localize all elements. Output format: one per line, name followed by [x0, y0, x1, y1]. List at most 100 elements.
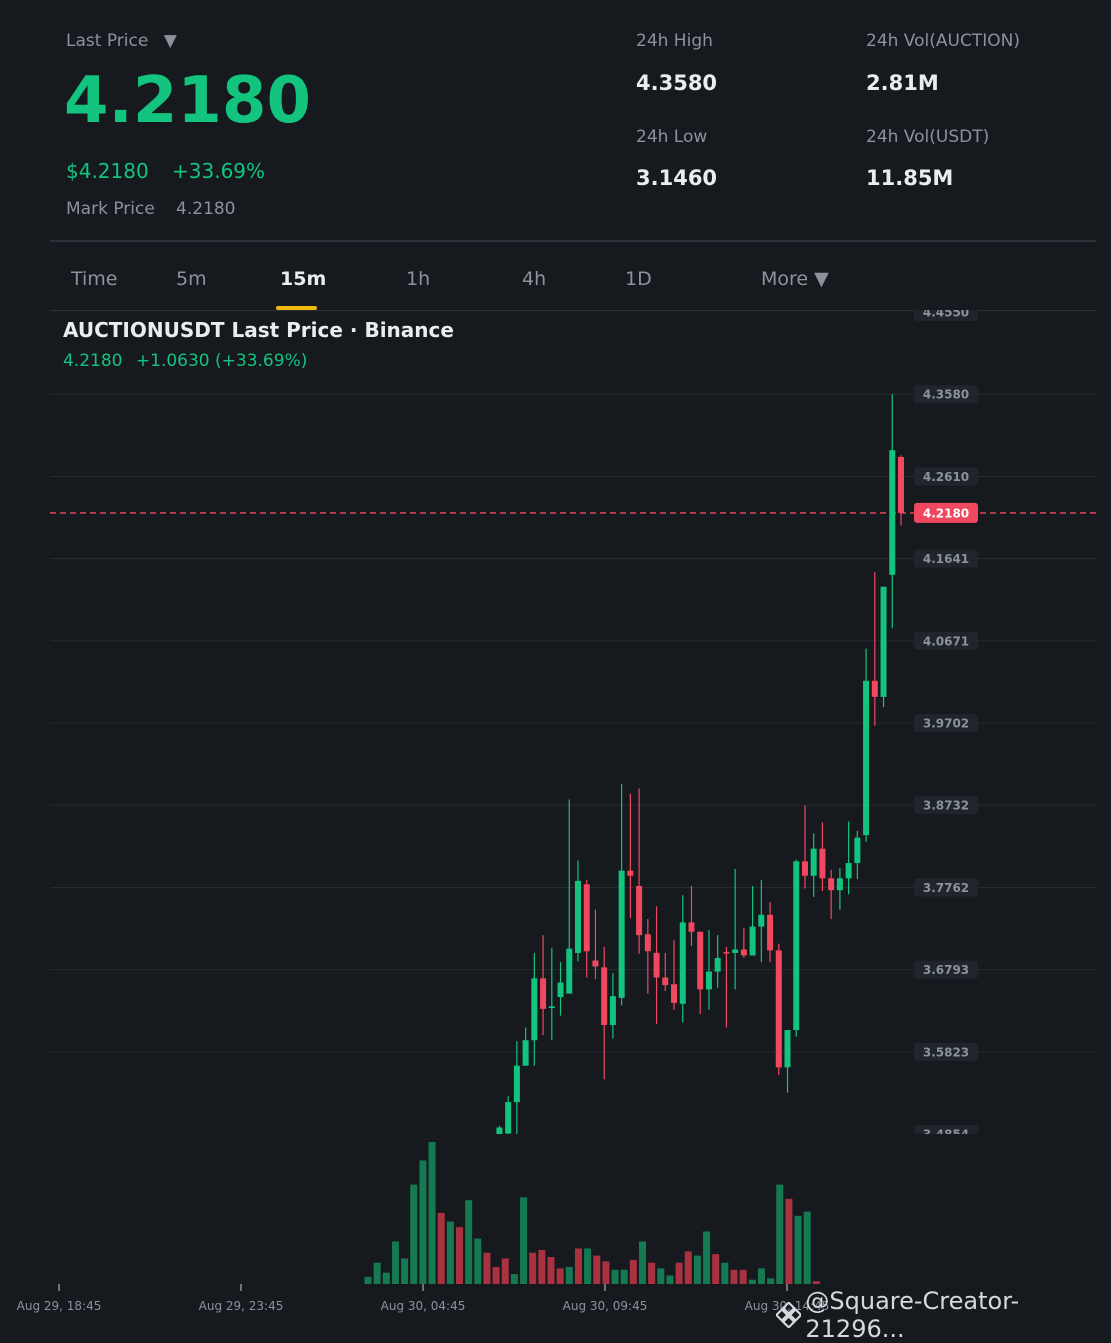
volume-bar — [611, 1269, 619, 1284]
candle-body[interactable] — [688, 922, 695, 932]
tab-15m[interactable]: 15m — [280, 268, 326, 290]
tab-1d[interactable]: 1D — [625, 268, 652, 290]
candle-body[interactable] — [845, 863, 852, 879]
candle-body[interactable] — [863, 680, 870, 836]
candle-body[interactable] — [749, 926, 756, 956]
candle-body[interactable] — [618, 870, 625, 998]
candle-body[interactable] — [758, 914, 765, 927]
tab-time[interactable]: Time — [71, 268, 118, 290]
volume-bar — [364, 1276, 372, 1284]
vol-base-value: 2.81M — [866, 71, 939, 95]
candle-body[interactable] — [522, 1040, 529, 1066]
chart-title: AUCTIONUSDT Last Price · Binance — [63, 318, 454, 342]
price-tick-label: 3.8732 — [923, 799, 969, 813]
candle-body[interactable] — [854, 837, 861, 864]
candle-body[interactable] — [653, 952, 660, 978]
candle-body[interactable] — [775, 950, 782, 1068]
candle-body[interactable] — [548, 1006, 555, 1009]
volume-bar — [703, 1231, 711, 1284]
candle-body[interactable] — [574, 880, 581, 953]
candle-body[interactable] — [671, 984, 678, 1003]
volume-bar — [693, 1255, 701, 1284]
price-tick-label: 3.5823 — [923, 1045, 969, 1059]
candle-body[interactable] — [801, 861, 808, 876]
volume-bar — [547, 1257, 555, 1284]
mark-price-label: Mark Price — [66, 199, 155, 219]
price-tick-label: 4.2610 — [923, 470, 969, 484]
candle-body[interactable] — [819, 848, 826, 879]
x-axis-label: Aug 30, 09:45 — [563, 1299, 648, 1313]
candle-body[interactable] — [513, 1065, 520, 1103]
candle-body[interactable] — [732, 949, 739, 953]
candle-body[interactable] — [740, 949, 747, 956]
high-value: 4.3580 — [636, 71, 718, 95]
candle-body[interactable] — [889, 450, 896, 575]
candle-body[interactable] — [531, 978, 538, 1041]
volume-bar — [510, 1274, 518, 1284]
candle-body[interactable] — [871, 680, 878, 697]
candle-body[interactable] — [636, 885, 643, 936]
candle-body[interactable] — [705, 971, 712, 990]
volume-bar — [794, 1215, 802, 1284]
volume-bar — [391, 1241, 399, 1284]
change-percent: +33.69% — [172, 159, 266, 183]
volume-bar — [574, 1248, 582, 1284]
volume-bar — [428, 1142, 436, 1284]
candle-body[interactable] — [609, 996, 616, 1025]
candle-body[interactable] — [566, 948, 573, 994]
price-tick-label: 3.7762 — [923, 881, 969, 895]
tab-5m[interactable]: 5m — [176, 268, 207, 290]
candle-body[interactable] — [880, 586, 887, 697]
tab-more[interactable]: More ▼ — [761, 268, 829, 290]
volume-bar — [684, 1251, 692, 1284]
candle-body[interactable] — [627, 870, 634, 876]
header-divider — [50, 240, 1096, 242]
candle-body[interactable] — [767, 914, 774, 951]
volume-bar — [812, 1281, 820, 1284]
volume-bar — [620, 1269, 628, 1284]
price-tick-label: 3.9702 — [923, 717, 969, 731]
price-tick-label: 3.6793 — [923, 963, 969, 977]
volume-bar — [602, 1261, 610, 1284]
candle-body[interactable] — [496, 1127, 503, 1134]
volume-bar — [556, 1268, 564, 1284]
volume-bar — [712, 1254, 720, 1284]
candle-body[interactable] — [828, 878, 835, 891]
candle-body[interactable] — [540, 978, 547, 1009]
candle-body[interactable] — [697, 931, 704, 990]
volume-bar — [584, 1248, 592, 1284]
candle-body[interactable] — [644, 934, 651, 952]
volume-bar — [483, 1252, 491, 1284]
price-tick-label: 4.1641 — [923, 552, 969, 566]
volume-bar — [666, 1275, 674, 1284]
tab-1h[interactable]: 1h — [406, 268, 430, 290]
candle-body[interactable] — [784, 1030, 791, 1068]
candle-body[interactable] — [714, 958, 721, 972]
caret-down-icon[interactable]: ▼ — [164, 31, 177, 51]
price-tick-label: 3.4854 — [923, 1128, 969, 1142]
candle-body[interactable] — [723, 952, 730, 954]
volume-bar — [410, 1184, 418, 1284]
candle-body[interactable] — [898, 456, 904, 513]
volume-bar — [776, 1184, 784, 1284]
candlestick-chart[interactable]: 4.4550 4.3580 4.2610 4.1641 4.0671 3.9702 3.87… — [0, 310, 1111, 1328]
volume-bar — [446, 1221, 454, 1284]
x-axis-label: Aug 29, 23:45 — [199, 1299, 284, 1313]
candle-body[interactable] — [662, 977, 669, 986]
candle-body[interactable] — [583, 884, 590, 952]
vol-quote-label: 24h Vol(USDT) — [866, 127, 990, 147]
candle-body[interactable] — [505, 1102, 512, 1134]
tab-4h[interactable]: 4h — [522, 268, 546, 290]
candle-body[interactable] — [557, 982, 564, 997]
candle-body[interactable] — [810, 848, 817, 876]
binance-logo-icon — [776, 1302, 802, 1328]
candle-body[interactable] — [592, 960, 599, 967]
volume-bar — [382, 1272, 390, 1284]
price-tick-label: 4.4550 — [923, 310, 969, 320]
candle-body[interactable] — [601, 967, 608, 1025]
candle-body[interactable] — [679, 922, 686, 1004]
candle-body[interactable] — [836, 878, 843, 891]
volume-bar — [730, 1269, 738, 1284]
last-price-label[interactable]: Last Price ▼ — [66, 31, 177, 51]
candle-body[interactable] — [793, 861, 800, 1031]
